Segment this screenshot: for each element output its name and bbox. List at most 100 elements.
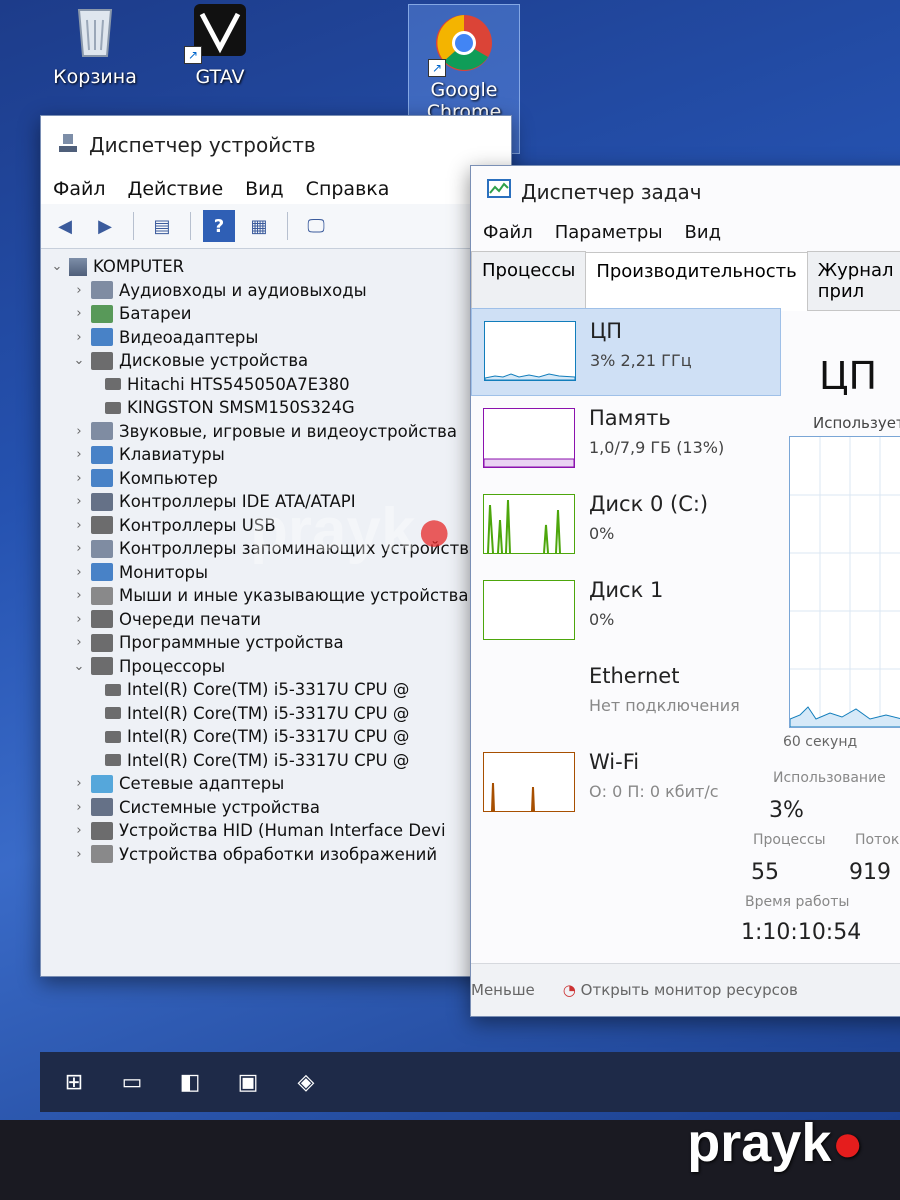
tree-item-label: Сетевые адаптеры: [119, 774, 285, 794]
tab-performance[interactable]: Производительность: [585, 252, 808, 311]
perf-item-name: Память: [589, 406, 671, 430]
chevron-right-icon[interactable]: ›: [71, 447, 87, 462]
tree-category-item[interactable]: › Контроллеры IDE ATA/ATAPI: [49, 490, 505, 514]
tree-item-label: Очереди печати: [119, 609, 262, 629]
properties-icon[interactable]: ▤: [146, 210, 178, 242]
tree-item-label: Мониторы: [119, 562, 209, 582]
desktop: Корзина ↗ GTAV ↗ Google Chrome Диспетчер…: [0, 0, 900, 1120]
device-category-icon: [91, 516, 113, 535]
perf-item-disk1[interactable]: Диск 1 0%: [471, 568, 781, 654]
task-view-icon[interactable]: ▭: [116, 1066, 148, 1098]
update-driver-icon[interactable]: ▦: [243, 210, 275, 242]
tab-processes[interactable]: Процессы: [471, 251, 587, 310]
store-icon[interactable]: ◧: [174, 1066, 206, 1098]
tree-category-item[interactable]: › Клавиатуры: [49, 443, 505, 467]
device-manager-titlebar[interactable]: Диспетчер устройств: [41, 116, 511, 174]
tree-device-item[interactable]: Intel(R) Core(TM) i5-3317U CPU @: [49, 678, 505, 702]
tree-device-item[interactable]: Intel(R) Core(TM) i5-3317U CPU @: [49, 749, 505, 773]
perf-item-cpu[interactable]: ЦП 3% 2,21 ГГц: [471, 308, 781, 396]
tree-category-item[interactable]: › Системные устройства: [49, 796, 505, 820]
tab-app-history[interactable]: Журнал прил: [806, 251, 900, 310]
menu-help[interactable]: Справка: [306, 178, 390, 200]
menu-file[interactable]: Файл: [53, 178, 106, 200]
tree-category-item[interactable]: › Звуковые, игровые и видеоустройства: [49, 420, 505, 444]
desktop-icon-recycle-bin[interactable]: Корзина: [40, 0, 150, 88]
device-category-icon: [91, 328, 113, 347]
perf-item-memory[interactable]: Память 1,0/7,9 ГБ (13%): [471, 396, 781, 482]
chevron-right-icon[interactable]: ›: [71, 306, 87, 321]
menu-options[interactable]: Параметры: [555, 222, 663, 243]
chevron-right-icon[interactable]: ›: [71, 494, 87, 509]
task-manager-title: Диспетчер задач: [521, 180, 702, 204]
detail-title: ЦП: [819, 354, 878, 398]
tree-category-item[interactable]: › Контроллеры USB: [49, 514, 505, 538]
tree-category-item[interactable]: ⌄ Дисковые устройства: [49, 349, 505, 373]
tree-category-item[interactable]: › Устройства обработки изображений: [49, 843, 505, 867]
tree-category-item[interactable]: › Видеоадаптеры: [49, 326, 505, 350]
tree-category-item[interactable]: › Очереди печати: [49, 608, 505, 632]
back-arrow-icon[interactable]: ◀: [49, 210, 81, 242]
tree-category-item[interactable]: › Батареи: [49, 302, 505, 326]
tree-category-item[interactable]: › Мониторы: [49, 561, 505, 585]
perf-item-wifi[interactable]: Wi-Fi О: 0 П: 0 кбит/с: [471, 740, 781, 826]
perf-item-disk0[interactable]: Диск 0 (C:) 0%: [471, 482, 781, 568]
tree-category-item[interactable]: › Аудиовходы и аудиовыходы: [49, 279, 505, 303]
chevron-right-icon[interactable]: ›: [71, 283, 87, 298]
pinned-app-icon[interactable]: ◈: [290, 1066, 322, 1098]
menu-view[interactable]: Вид: [685, 222, 722, 243]
monitor-scan-icon[interactable]: 🖵: [300, 210, 332, 242]
chevron-down-icon[interactable]: ⌄: [49, 259, 65, 274]
chevron-right-icon[interactable]: ›: [71, 823, 87, 838]
chevron-right-icon[interactable]: ›: [71, 800, 87, 815]
device-tree: ⌄ KOMPUTER › Аудиовходы и аудиовыходы › Бат…: [41, 249, 511, 866]
fewer-details-link[interactable]: Меньше: [471, 981, 535, 999]
chevron-right-icon[interactable]: ›: [71, 565, 87, 580]
windows-start-icon[interactable]: ⊞: [58, 1066, 90, 1098]
chevron-right-icon[interactable]: ›: [71, 847, 87, 862]
chevron-right-icon[interactable]: ›: [71, 424, 87, 439]
tree-category-item[interactable]: › Сетевые адаптеры: [49, 772, 505, 796]
tree-root[interactable]: ⌄ KOMPUTER: [49, 255, 505, 279]
chevron-right-icon[interactable]: ›: [71, 330, 87, 345]
processes-value: 55: [751, 860, 779, 885]
menu-action[interactable]: Действие: [128, 178, 224, 200]
tree-category-item[interactable]: › Программные устройства: [49, 631, 505, 655]
menu-file[interactable]: Файл: [483, 222, 533, 243]
help-icon[interactable]: ?: [203, 210, 235, 242]
chevron-down-icon[interactable]: ⌄: [71, 659, 87, 674]
tree-category-item[interactable]: › Контроллеры запоминающих устройств: [49, 537, 505, 561]
task-manager-titlebar[interactable]: Диспетчер задач: [471, 166, 900, 218]
watermark-logo: prayk●: [687, 1112, 864, 1174]
tree-category-item[interactable]: › Мыши и иные указывающие устройства: [49, 584, 505, 608]
chevron-right-icon[interactable]: ›: [71, 776, 87, 791]
chevron-right-icon[interactable]: ›: [71, 471, 87, 486]
desktop-icon-gtav[interactable]: ↗ GTAV: [165, 0, 275, 88]
perf-item-ethernet[interactable]: Ethernet Нет подключения: [471, 654, 781, 740]
tree-item-label: Компьютер: [119, 468, 218, 488]
device-manager-toolbar: ◀ ▶ ▤ ? ▦ 🖵: [41, 204, 511, 249]
chevron-right-icon[interactable]: ›: [71, 612, 87, 627]
tree-item-label: Устройства обработки изображений: [119, 844, 438, 864]
file-explorer-icon[interactable]: ▣: [232, 1066, 264, 1098]
chevron-right-icon[interactable]: ›: [71, 635, 87, 650]
chevron-down-icon[interactable]: ⌄: [71, 353, 87, 368]
tree-device-item[interactable]: Intel(R) Core(TM) i5-3317U CPU @: [49, 725, 505, 749]
chevron-right-icon[interactable]: ›: [71, 588, 87, 603]
watermark-dot: ●: [831, 1113, 864, 1173]
device-manager-menubar: Файл Действие Вид Справка: [41, 174, 511, 204]
tree-device-item[interactable]: Hitachi HTS545050A7E380: [49, 373, 505, 397]
menu-view[interactable]: Вид: [245, 178, 284, 200]
device-category-icon: [91, 469, 113, 488]
tree-item-label: Программные устройства: [119, 633, 344, 653]
tree-category-item[interactable]: ⌄ Процессоры: [49, 655, 505, 679]
tree-category-item[interactable]: › Устройства HID (Human Interface Devi: [49, 819, 505, 843]
tree-device-item[interactable]: KINGSTON SMSM150S324G: [49, 396, 505, 420]
chevron-right-icon[interactable]: ›: [71, 541, 87, 556]
forward-arrow-icon[interactable]: ▶: [89, 210, 121, 242]
chevron-right-icon[interactable]: ›: [71, 518, 87, 533]
disk0-sparkline: [483, 494, 575, 554]
tree-category-item[interactable]: › Компьютер: [49, 467, 505, 491]
tree-device-item[interactable]: Intel(R) Core(TM) i5-3317U CPU @: [49, 702, 505, 726]
resource-monitor-link[interactable]: ◔ Открыть монитор ресурсов: [563, 981, 798, 999]
device-category-icon: [105, 378, 121, 391]
